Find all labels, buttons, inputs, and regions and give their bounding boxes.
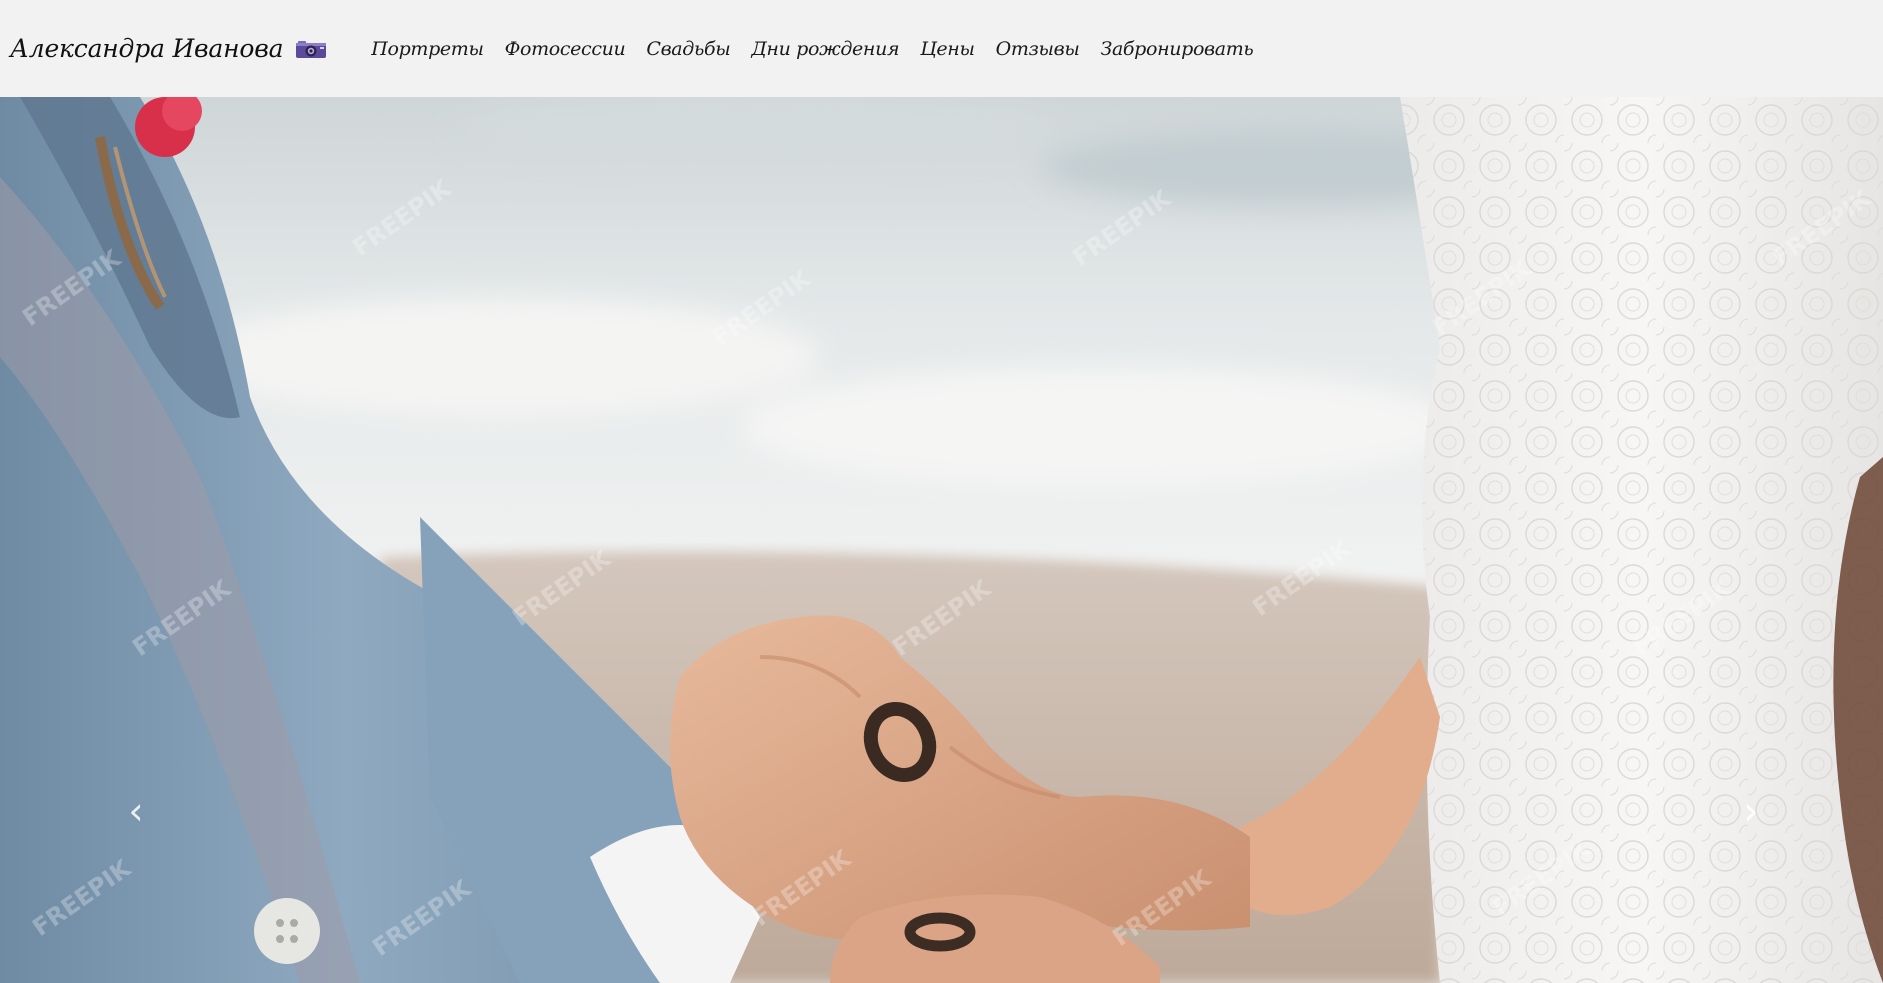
camera-icon	[295, 39, 327, 59]
nav-prices[interactable]: Цены	[920, 38, 975, 60]
site-header: Александра Иванова Портреты Фотосессии С…	[0, 0, 1883, 97]
main-nav: Портреты Фотосессии Свадьбы Дни рождения…	[371, 38, 1253, 60]
carousel-prev-button[interactable]: ‹	[116, 791, 156, 831]
nav-booking[interactable]: Забронировать	[1100, 38, 1253, 60]
brand-name: Александра Иванова	[10, 34, 284, 63]
nav-reviews[interactable]: Отзывы	[996, 38, 1080, 60]
carousel-image: FREEPIK FREEPIK FREEPIK FREEPIK FREEPIK …	[0, 97, 1883, 983]
hero-carousel: FREEPIK FREEPIK FREEPIK FREEPIK FREEPIK …	[0, 97, 1883, 983]
nav-photosessions[interactable]: Фотосессии	[505, 38, 626, 60]
nav-portraits[interactable]: Портреты	[371, 38, 484, 60]
carousel-next-button[interactable]: ›	[1731, 791, 1771, 831]
chevron-left-icon: ‹	[128, 789, 144, 833]
nav-weddings[interactable]: Свадьбы	[646, 38, 730, 60]
brand-link[interactable]: Александра Иванова	[10, 34, 327, 63]
chevron-right-icon: ›	[1743, 789, 1759, 833]
nav-birthdays[interactable]: Дни рождения	[751, 38, 899, 60]
